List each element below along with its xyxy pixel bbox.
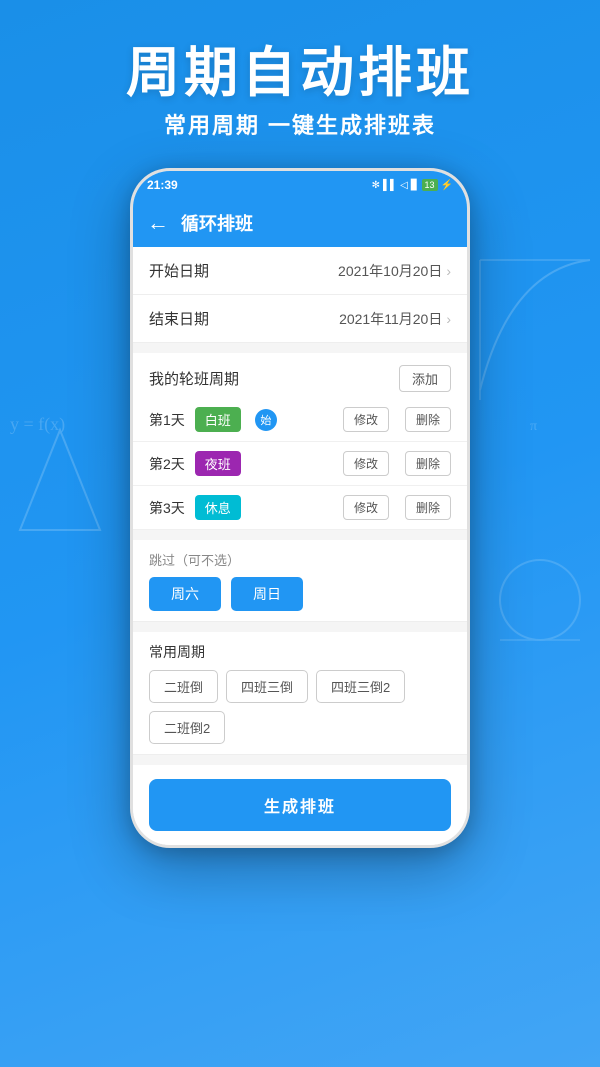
phone-mockup: 21:39 ✻ ▌▌ ◁ ▊ 13 ⚡ ← 循环排班 开始日期 2021年10月… (130, 168, 470, 848)
generate-section: 生成排班 (133, 765, 467, 845)
my-period-label: 我的轮班周期 (149, 368, 239, 389)
status-time: 21:39 (147, 178, 178, 192)
shift-3-tag: 休息 (195, 495, 241, 520)
content-area: 开始日期 2021年10月20日 › 结束日期 2021年11月20日 › 我的… (133, 247, 467, 848)
end-date-value-group: 2021年11月20日 › (339, 309, 451, 329)
modify-btn-2[interactable]: 修改 (343, 451, 389, 476)
modify-btn-1[interactable]: 修改 (343, 407, 389, 432)
hero-title: 周期自动排班 (0, 28, 600, 107)
svg-text:π: π (530, 419, 537, 434)
period-btn-4[interactable]: 二班倒2 (149, 711, 225, 744)
shift-row-2: 第2天 夜班 修改 删除 (133, 442, 467, 486)
period-btn-1[interactable]: 二班倒 (149, 670, 218, 703)
period-btn-2[interactable]: 四班三倒 (226, 670, 308, 703)
top-nav-bar: ← 循环排班 (133, 199, 467, 247)
end-date-label: 结束日期 (149, 308, 209, 329)
delete-btn-3[interactable]: 删除 (405, 495, 451, 520)
start-badge-text: 始 (260, 412, 271, 428)
skip-label: 跳过（可不选） (149, 550, 451, 569)
delete-btn-1[interactable]: 删除 (405, 407, 451, 432)
common-periods-buttons: 二班倒 四班三倒 四班三倒2 二班倒2 (149, 670, 451, 744)
start-badge: 始 (255, 409, 277, 431)
shift-row-1: 第1天 白班 始 修改 删除 (133, 398, 467, 442)
generate-button[interactable]: 生成排班 (149, 779, 451, 831)
divider-1 (133, 343, 467, 353)
start-date-value-group: 2021年10月20日 › (338, 261, 451, 281)
day-2-label: 第2天 (149, 454, 185, 474)
start-date-value: 2021年10月20日 (338, 261, 442, 281)
period-btn-3[interactable]: 四班三倒2 (316, 670, 405, 703)
back-button[interactable]: ← (147, 212, 169, 234)
skip-section: 跳过（可不选） 周六 周日 (133, 540, 467, 622)
common-periods-label: 常用周期 (149, 642, 451, 662)
add-shift-button[interactable]: 添加 (399, 365, 451, 392)
start-date-chevron-icon: › (446, 263, 451, 279)
divider-2 (133, 530, 467, 540)
end-date-value: 2021年11月20日 (339, 309, 442, 329)
shift-1-tag: 白班 (195, 407, 241, 432)
hero-subtitle: 常用周期 一键生成排班表 (0, 108, 600, 140)
skip-sunday-button[interactable]: 周日 (231, 577, 303, 611)
svg-text:y = f(x): y = f(x) (10, 414, 65, 435)
divider-4 (133, 755, 467, 765)
start-date-row[interactable]: 开始日期 2021年10月20日 › (133, 247, 467, 295)
divider-3 (133, 622, 467, 632)
my-period-header: 我的轮班周期 添加 (133, 353, 467, 398)
delete-btn-2[interactable]: 删除 (405, 451, 451, 476)
end-date-row[interactable]: 结束日期 2021年11月20日 › (133, 295, 467, 343)
start-date-label: 开始日期 (149, 260, 209, 281)
page-title: 循环排班 (181, 210, 253, 236)
common-periods-section: 常用周期 二班倒 四班三倒 四班三倒2 二班倒2 (133, 632, 467, 755)
skip-saturday-button[interactable]: 周六 (149, 577, 221, 611)
modify-btn-3[interactable]: 修改 (343, 495, 389, 520)
day-3-label: 第3天 (149, 498, 185, 518)
shift-row-3: 第3天 休息 修改 删除 (133, 486, 467, 530)
end-date-chevron-icon: › (446, 311, 451, 327)
status-bar: 21:39 ✻ ▌▌ ◁ ▊ 13 ⚡ (133, 171, 467, 199)
status-icons: ✻ ▌▌ ◁ ▊ 13 ⚡ (372, 179, 453, 191)
skip-buttons-group: 周六 周日 (149, 577, 451, 611)
shift-2-tag: 夜班 (195, 451, 241, 476)
day-1-label: 第1天 (149, 410, 185, 430)
